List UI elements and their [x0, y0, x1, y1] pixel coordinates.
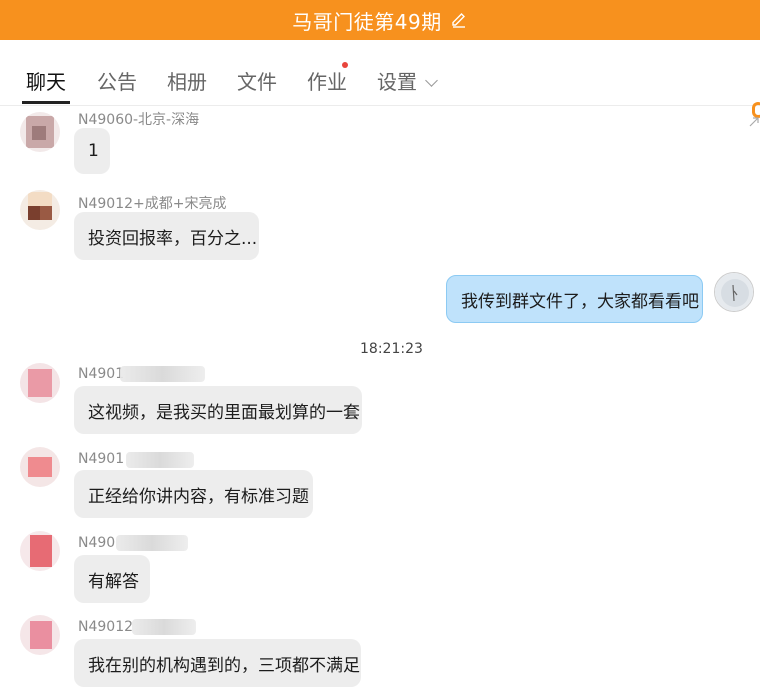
homework-badge-dot	[342, 62, 348, 68]
avatar[interactable]	[20, 447, 60, 487]
tab-files[interactable]: 文件	[237, 66, 277, 95]
chevron-down-icon	[425, 74, 438, 87]
tab-album[interactable]: 相册	[167, 66, 207, 95]
redacted-text	[132, 619, 196, 635]
avatar[interactable]	[20, 190, 60, 230]
avatar[interactable]	[20, 112, 60, 152]
sender-name: N49012	[78, 619, 134, 635]
edit-icon[interactable]	[450, 11, 468, 29]
tab-homework[interactable]: 作业	[307, 66, 347, 95]
message-timestamp: 18:21:23	[360, 341, 423, 357]
sender-name: N490	[78, 535, 116, 551]
message-bubble[interactable]: 正经给你讲内容，有标准习题	[74, 470, 313, 518]
avatar[interactable]	[20, 363, 60, 403]
message-bubble[interactable]: 1	[74, 128, 110, 174]
active-tab-indicator	[22, 101, 70, 104]
window-title-bar: 马哥门徒第49期	[0, 0, 760, 40]
expand-icon[interactable]	[748, 113, 760, 127]
chat-message-list[interactable]: N49060-北京-深海 1 N49012+成都+宋亮成 投资回报率，百分之..…	[0, 107, 760, 695]
avatar[interactable]	[20, 615, 60, 655]
sender-name: N4901	[78, 451, 125, 467]
message-bubble[interactable]: 我在别的机构遇到的，三项都不满足	[74, 639, 361, 687]
redacted-text	[120, 366, 205, 382]
sender-name: N49012+成都+宋亮成	[78, 196, 227, 212]
tab-announcement[interactable]: 公告	[97, 66, 137, 95]
tab-bar: 聊天 公告 相册 文件 作业 设置	[0, 40, 760, 118]
sender-name: N4901	[78, 366, 125, 382]
message-bubble[interactable]: 有解答	[74, 555, 150, 603]
message-bubble[interactable]: 投资回报率，百分之...	[74, 212, 259, 260]
tab-chat[interactable]: 聊天	[26, 66, 66, 95]
sender-name: N49060-北京-深海	[78, 112, 200, 128]
redacted-text	[126, 452, 194, 468]
my-message-bubble[interactable]: 我传到群文件了，大家都看看吧	[446, 275, 703, 323]
avatar[interactable]	[20, 531, 60, 571]
my-avatar[interactable]	[714, 272, 754, 312]
message-bubble[interactable]: 这视频，是我买的里面最划算的一套	[74, 386, 362, 434]
redacted-text	[116, 535, 188, 551]
group-title: 马哥门徒第49期	[292, 9, 442, 34]
tab-settings-label: 设置	[377, 70, 417, 94]
tab-settings[interactable]: 设置	[377, 66, 438, 95]
